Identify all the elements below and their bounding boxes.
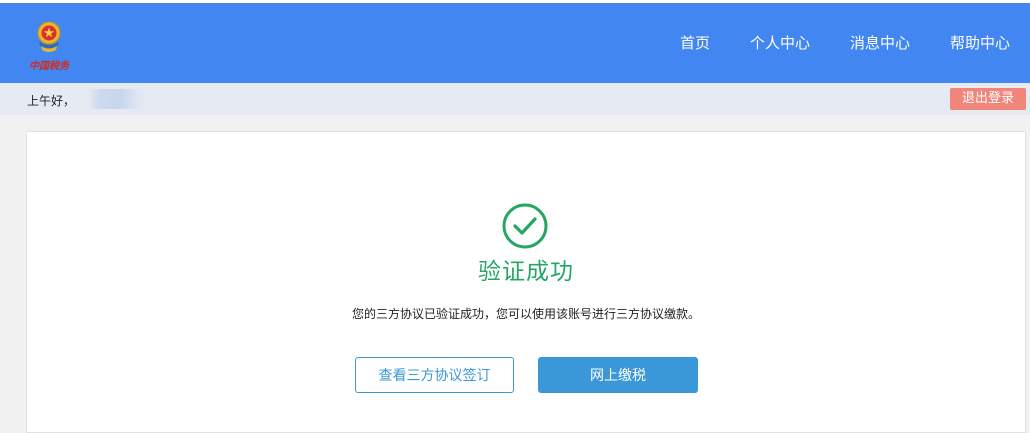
username-redacted [88,89,146,109]
greeting-bar: 上午好， 退出登录 [0,83,1030,115]
main-nav: 首页 个人中心 消息中心 帮助中心 [660,3,1030,83]
success-message: 您的三方协议已验证成功，您可以使用该账号进行三方协议缴款。 [351,307,700,321]
greeting-text: 上午好， [27,94,76,108]
logout-button[interactable]: 退出登录 [950,88,1026,110]
view-agreement-button[interactable]: 查看三方协议签订 [355,357,514,393]
nav-home[interactable]: 首页 [660,3,730,83]
success-title: 验证成功 [478,259,574,285]
nav-personal-center[interactable]: 个人中心 [730,3,830,83]
result-panel: 验证成功 您的三方协议已验证成功，您可以使用该账号进行三方协议缴款。 查看三方协… [26,131,1026,433]
nav-message-center[interactable]: 消息中心 [830,3,930,83]
nav-help-center[interactable]: 帮助中心 [930,3,1030,83]
logo-text: 中国税务 [29,61,69,72]
national-emblem-icon [37,21,61,52]
online-tax-payment-button[interactable]: 网上缴税 [538,357,698,393]
tax-logo[interactable]: 中国税务 [26,19,72,79]
check-circle-icon [502,203,548,249]
